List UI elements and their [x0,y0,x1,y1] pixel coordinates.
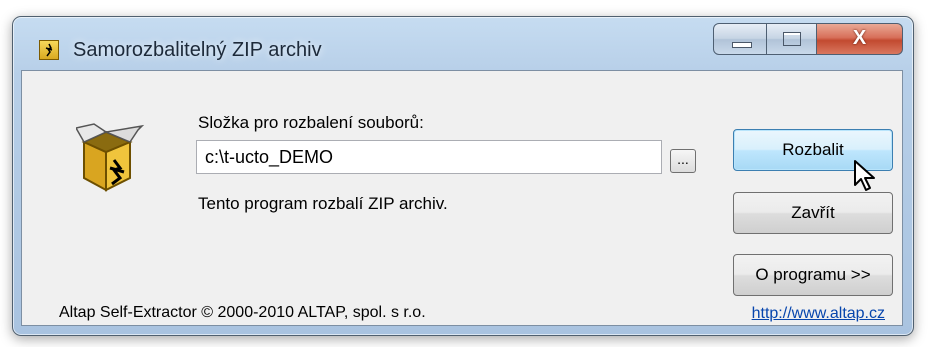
info-text: Tento program rozbalí ZIP archiv. [198,194,448,213]
title-bar[interactable]: Samorozbalitelný ZIP archiv X [13,17,913,69]
folder-label: Složka pro rozbalení souborů: [198,113,424,132]
window-controls: X [713,23,903,57]
maximize-icon [783,32,801,46]
minimize-icon [732,42,752,48]
maximize-button[interactable] [767,23,817,55]
minimize-button[interactable] [713,23,767,55]
dialog-body: Složka pro rozbalení souborů: ... Tento … [21,70,903,326]
extract-path-input[interactable] [196,140,662,174]
close-window-button[interactable]: X [817,23,903,55]
copyright-text: Altap Self-Extractor © 2000-2010 ALTAP, … [59,304,426,321]
close-button[interactable]: Zavřít [733,192,893,234]
window-title: Samorozbalitelný ZIP archiv [73,39,322,61]
open-box-icon [74,122,146,199]
website-link[interactable]: http://www.altap.cz [752,305,885,323]
close-icon: X [852,27,867,49]
dialog-window: Samorozbalitelný ZIP archiv X Složka pro… [12,16,914,336]
about-button[interactable]: O programu >> [733,254,893,296]
self-extractor-box-icon[interactable] [39,40,59,60]
browse-button[interactable]: ... [670,149,696,173]
mouse-pointer-icon [853,159,879,198]
